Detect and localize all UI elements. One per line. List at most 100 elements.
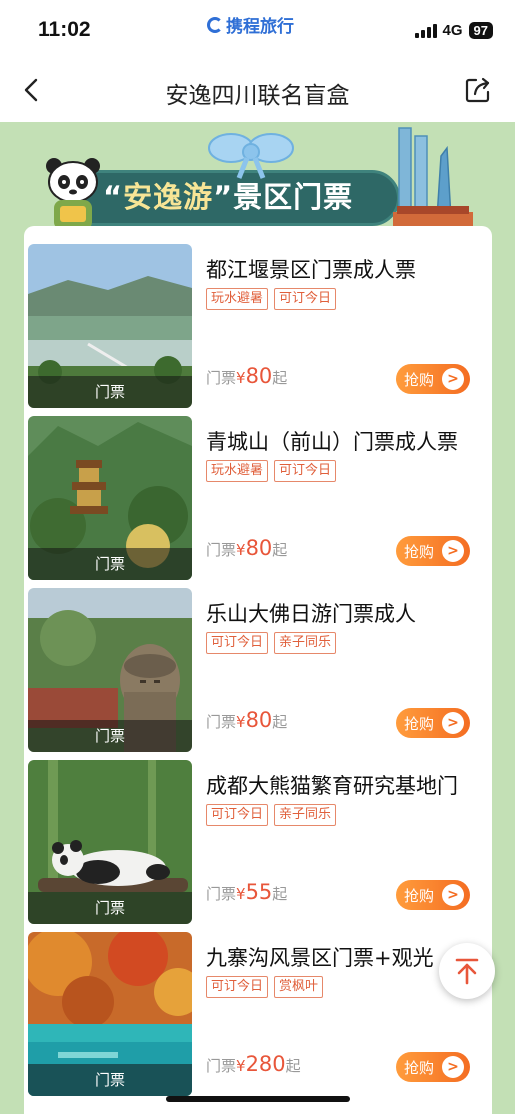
item-price: 门票¥280起 <box>206 1052 301 1076</box>
item-image[interactable]: 门票 <box>28 416 192 580</box>
battery-icon: 97 <box>468 22 493 39</box>
brand-name: 携程旅行 <box>226 17 294 37</box>
price-amount: 80 <box>245 364 273 388</box>
buy-button[interactable]: 抢购 > <box>396 536 470 566</box>
price-currency: ¥ <box>236 1057 246 1075</box>
item-tags: 可订今日 亲子同乐 <box>206 804 337 826</box>
banner-quote-open: “ <box>103 180 124 214</box>
buy-button[interactable]: 抢购 > <box>396 880 470 910</box>
item-image[interactable]: 门票 <box>28 588 192 752</box>
item-image[interactable]: 门票 <box>28 244 192 408</box>
price-suffix: 起 <box>272 369 288 387</box>
status-bar: 11:02 携程旅行 4G 97 <box>0 0 515 58</box>
item-price: 门票¥80起 <box>206 708 287 732</box>
tag: 可订今日 <box>274 460 337 482</box>
status-indicators: 4G 97 <box>414 22 493 39</box>
item-title[interactable]: 成都大熊猫繁育研究基地门 <box>206 770 488 800</box>
price-amount: 80 <box>245 708 273 732</box>
list-item[interactable]: 门票 九寨沟风景区门票+观光 可订今日 赏枫叶 门票¥280起 抢购 > <box>28 932 488 1096</box>
tag: 亲子同乐 <box>274 632 337 654</box>
tag: 可订今日 <box>206 632 269 654</box>
price-currency: ¥ <box>236 369 246 387</box>
item-price: 门票¥80起 <box>206 364 287 388</box>
buy-button[interactable]: 抢购 > <box>396 364 470 394</box>
price-suffix: 起 <box>272 541 288 559</box>
content-area: “安逸游”景区门票 门票 都江堰景区门票成人票 玩水避暑 可订今日 门票¥80起… <box>0 122 515 1114</box>
banner-highlight: 安逸游 <box>123 180 214 214</box>
price-prefix: 门票 <box>206 885 237 903</box>
banner-rest: 景区门票 <box>233 180 354 214</box>
item-image-label: 门票 <box>28 548 192 580</box>
item-image-label: 门票 <box>28 720 192 752</box>
brand-label: 携程旅行 <box>207 12 294 37</box>
price-currency: ¥ <box>236 713 246 731</box>
chevron-right-icon: > <box>442 1056 465 1078</box>
item-image-label: 门票 <box>28 892 192 924</box>
list-item[interactable]: 门票 乐山大佛日游门票成人 可订今日 亲子同乐 门票¥80起 抢购 > <box>28 588 488 752</box>
item-image[interactable]: 门票 <box>28 932 192 1096</box>
price-currency: ¥ <box>236 885 246 903</box>
home-indicator[interactable] <box>166 1096 350 1102</box>
city-towers-icon <box>393 127 473 234</box>
chevron-right-icon: > <box>442 540 465 562</box>
list-item[interactable]: 门票 成都大熊猫繁育研究基地门 可订今日 亲子同乐 门票¥55起 抢购 > <box>28 760 488 924</box>
price-suffix: 起 <box>272 713 288 731</box>
item-tags: 可订今日 赏枫叶 <box>206 976 324 998</box>
tag: 赏枫叶 <box>274 976 324 998</box>
item-title[interactable]: 都江堰景区门票成人票 <box>206 254 488 284</box>
chevron-right-icon: > <box>442 884 465 906</box>
price-suffix: 起 <box>272 885 288 903</box>
buy-button-label: 抢购 <box>404 370 435 389</box>
share-icon <box>465 77 490 103</box>
back-to-top-button[interactable] <box>439 943 495 999</box>
price-prefix: 门票 <box>206 541 237 559</box>
status-time: 11:02 <box>38 18 91 41</box>
price-suffix: 起 <box>285 1057 301 1075</box>
buy-button[interactable]: 抢购 > <box>396 1052 470 1082</box>
banner-title: “安逸游”景区门票 <box>103 174 353 216</box>
tag: 亲子同乐 <box>274 804 337 826</box>
item-image[interactable]: 门票 <box>28 760 192 924</box>
tag: 玩水避暑 <box>206 288 269 310</box>
list-item[interactable]: 门票 都江堰景区门票成人票 玩水避暑 可订今日 门票¥80起 抢购 > <box>28 244 488 408</box>
item-image-label: 门票 <box>28 376 192 408</box>
list-item[interactable]: 门票 青城山（前山）门票成人票 玩水避暑 可订今日 门票¥80起 抢购 > <box>28 416 488 580</box>
chevron-right-icon: > <box>442 712 465 734</box>
network-label: 4G <box>442 22 463 39</box>
banner-quote-close: ” <box>213 180 234 214</box>
item-price: 门票¥80起 <box>206 536 287 560</box>
brand-logo-icon <box>207 16 223 33</box>
item-image-label: 门票 <box>28 1064 192 1096</box>
tag: 可订今日 <box>206 804 269 826</box>
price-amount: 55 <box>245 880 273 904</box>
price-prefix: 门票 <box>206 713 237 731</box>
nav-bar: 安逸四川联名盲盒 <box>0 58 515 122</box>
chevron-right-icon: > <box>442 368 465 390</box>
item-price: 门票¥55起 <box>206 880 287 904</box>
item-tags: 可订今日 亲子同乐 <box>206 632 337 654</box>
price-amount: 280 <box>245 1052 286 1076</box>
buy-button-label: 抢购 <box>404 714 435 733</box>
price-prefix: 门票 <box>206 1057 237 1075</box>
buy-button-label: 抢购 <box>404 1058 435 1077</box>
item-title[interactable]: 乐山大佛日游门票成人 <box>206 598 488 628</box>
tag: 玩水避暑 <box>206 460 269 482</box>
price-amount: 80 <box>245 536 273 560</box>
buy-button-label: 抢购 <box>404 542 435 561</box>
item-tags: 玩水避暑 可订今日 <box>206 288 337 310</box>
price-currency: ¥ <box>236 541 246 559</box>
item-tags: 玩水避暑 可订今日 <box>206 460 337 482</box>
tag: 可订今日 <box>274 288 337 310</box>
buy-button-label: 抢购 <box>404 886 435 905</box>
item-title[interactable]: 青城山（前山）门票成人票 <box>206 426 488 456</box>
buy-button[interactable]: 抢购 > <box>396 708 470 738</box>
panda-mascot-icon <box>46 158 100 236</box>
ticket-list: 门票 都江堰景区门票成人票 玩水避暑 可订今日 门票¥80起 抢购 > 门票 青… <box>24 226 492 1114</box>
banner: “安逸游”景区门票 <box>0 122 515 236</box>
price-prefix: 门票 <box>206 369 237 387</box>
ribbon-bow-icon <box>208 133 294 179</box>
page-title: 安逸四川联名盲盒 <box>165 83 350 109</box>
tag: 可订今日 <box>206 976 269 998</box>
share-button[interactable] <box>463 75 493 105</box>
arrow-up-to-top-icon <box>455 958 479 985</box>
